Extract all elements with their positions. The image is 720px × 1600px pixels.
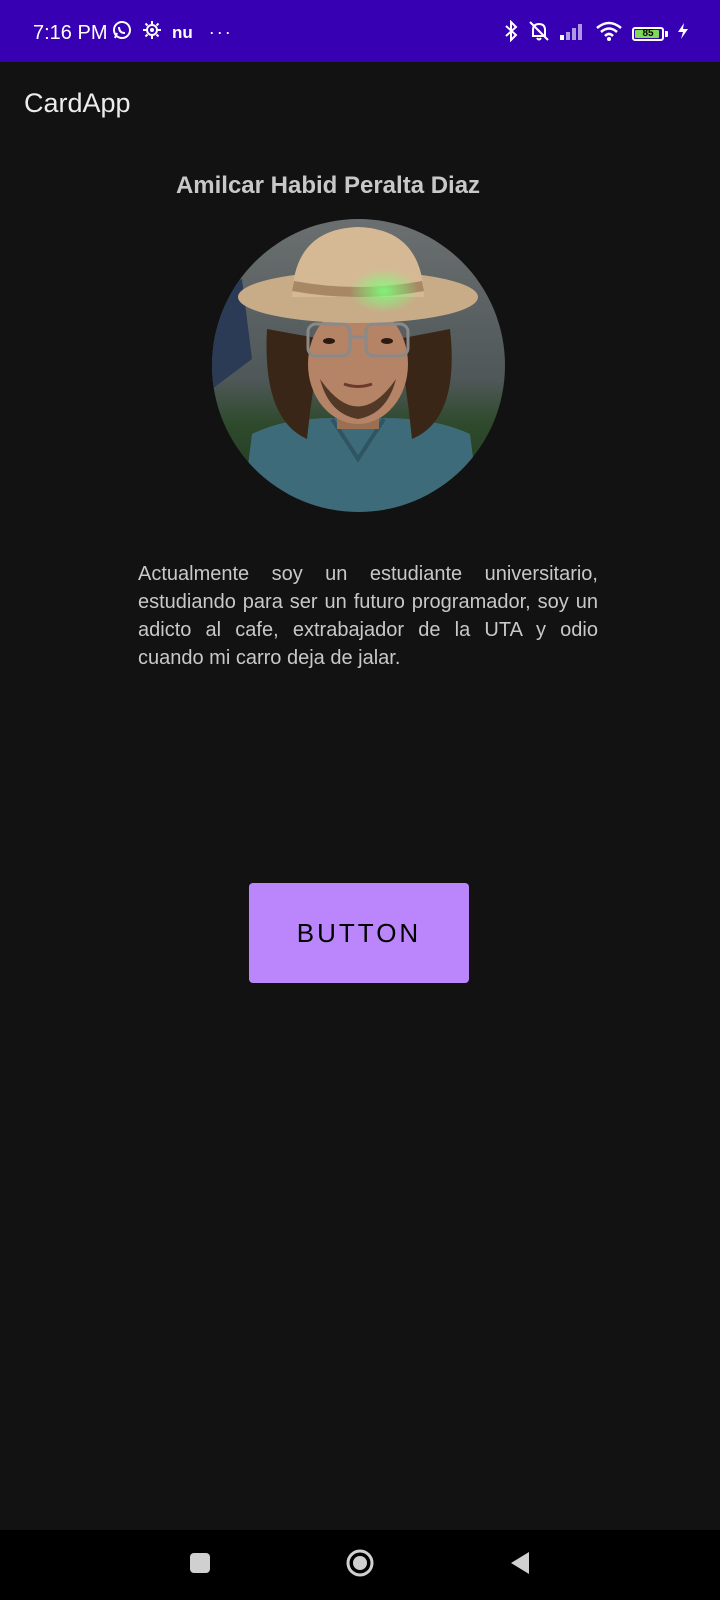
- app-bar: CardApp: [0, 62, 720, 150]
- navigation-bar: [0, 1530, 720, 1600]
- profile-description: Actualmente soy un estudiante universita…: [138, 563, 598, 669]
- silent-icon: [528, 20, 550, 47]
- back-button[interactable]: [480, 1530, 560, 1600]
- battery-level: 85: [642, 28, 654, 39]
- status-left-icons: nu ···: [112, 20, 233, 45]
- profile-avatar: [212, 219, 505, 512]
- nu-icon: nu: [172, 22, 193, 42]
- status-right-icons: 85: [504, 19, 688, 47]
- more-notifications-icon: ···: [208, 22, 233, 42]
- signal-icon: [560, 22, 586, 45]
- square-icon: [189, 1552, 211, 1579]
- profile-name: Amilcar Habid Peralta Diaz: [175, 172, 481, 199]
- triangle-back-icon: [509, 1551, 531, 1580]
- circle-icon: [345, 1548, 375, 1583]
- bluetooth-icon: [504, 19, 518, 47]
- app-title: CardApp: [24, 88, 131, 118]
- settings-icon: [142, 20, 162, 45]
- wifi-icon: [596, 21, 622, 46]
- status-bar: 7:16 PM nu ··· 85: [0, 0, 720, 62]
- status-time: 7:16 PM: [33, 22, 108, 44]
- recents-button[interactable]: [160, 1530, 240, 1600]
- main-button[interactable]: BUTTON: [249, 883, 469, 983]
- home-button[interactable]: [320, 1530, 400, 1600]
- charging-icon: [678, 23, 688, 44]
- battery-icon: 85: [632, 26, 668, 41]
- whatsapp-icon: [112, 20, 132, 45]
